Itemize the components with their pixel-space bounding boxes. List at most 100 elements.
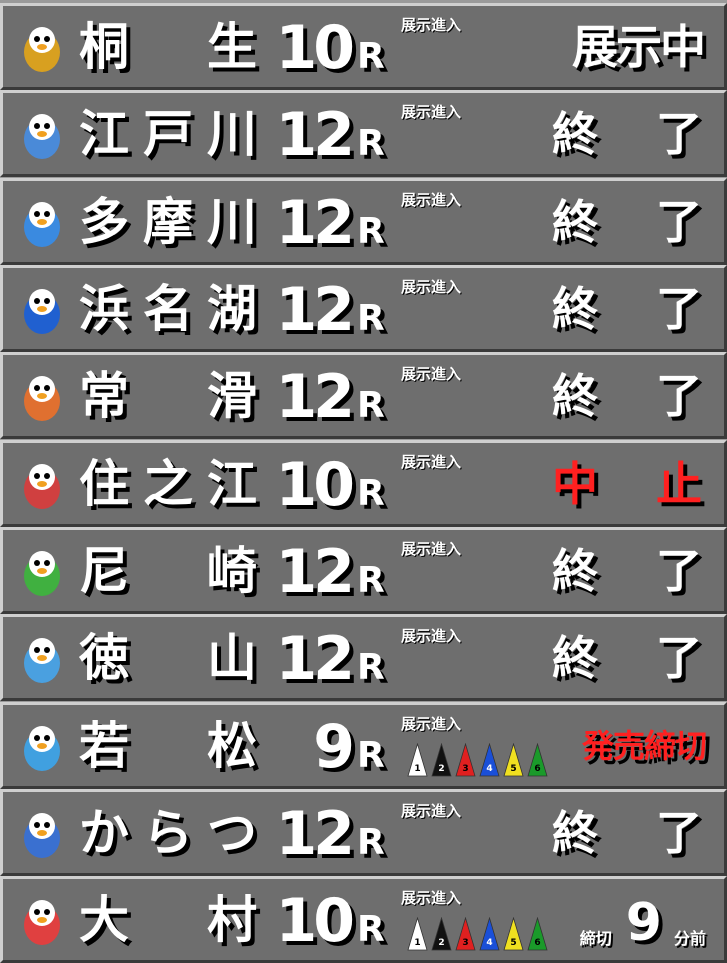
boat-cone-number: 6 <box>534 938 540 948</box>
race-suffix: R <box>357 473 385 514</box>
race-number-value: 10 <box>275 13 356 83</box>
venue-name: 尼崎 <box>79 532 257 610</box>
race-number-value: 12 <box>275 188 356 258</box>
race-suffix: R <box>357 822 385 863</box>
boat-cone-number: 2 <box>438 764 444 774</box>
race-status-text: 止 <box>656 457 702 511</box>
race-status-text: 了 <box>656 369 702 423</box>
race-status: 終了 <box>552 183 702 261</box>
race-number-value: 12 <box>275 624 356 694</box>
race-status: 終了 <box>552 95 702 173</box>
race-number: 12 R <box>273 270 385 348</box>
venue-row[interactable]: 常滑 12 R 展示進入終了 <box>0 352 727 439</box>
kiryu-mascot-icon <box>13 20 71 78</box>
exhibition-entry-label: 展示進入 <box>401 365 462 383</box>
race-number: 12 R <box>273 619 385 697</box>
venue-name-char: 大 <box>79 891 129 949</box>
race-status: 展示中 <box>572 8 706 86</box>
race-status-text: 展示中 <box>572 20 706 74</box>
venue-name: 大村 <box>79 881 257 959</box>
venue-row[interactable]: からつ 12 R 展示進入終了 <box>0 789 727 876</box>
venue-name: 桐生 <box>79 8 257 86</box>
venue-row[interactable]: 住之江 10 R 展示進入中止 <box>0 440 727 527</box>
venue-name: 徳山 <box>79 619 257 697</box>
boat-cone-number: 6 <box>534 764 540 774</box>
race-suffix: R <box>357 647 385 688</box>
exhibition-entry-label: 展示進入 <box>401 715 462 733</box>
race-status-text: 発売締切 <box>581 727 707 765</box>
venue-name-char: 生 <box>207 18 257 76</box>
venue-name-char: 徳 <box>79 629 129 687</box>
venue-name: 多摩川 <box>79 183 257 261</box>
boat-cone-icon: 3 <box>455 917 476 951</box>
boat-course-cones: 1 2 3 4 5 6 <box>407 917 548 951</box>
race-number: 10 R <box>273 8 385 86</box>
venue-row[interactable]: 多摩川 12 R 展示進入 終了 <box>0 178 727 265</box>
boat-cone-icon: 5 <box>503 917 524 951</box>
race-number: 12 R <box>273 532 385 610</box>
venue-row[interactable]: 桐生 10 R 展示進入 展示中 <box>0 3 727 90</box>
race-status: 終了 <box>552 619 702 697</box>
race-suffix: R <box>357 298 385 339</box>
venue-row[interactable]: 徳山 12 R 展示進入終了 <box>0 614 727 701</box>
venue-name-char: つ <box>207 804 257 862</box>
race-suffix: R <box>357 560 385 601</box>
race-status-text: 終 <box>552 369 598 423</box>
race-number-value: 9 <box>313 712 355 782</box>
boat-cone-number: 1 <box>414 938 420 948</box>
venue-name-char: 江 <box>79 105 129 163</box>
boat-cone-icon: 3 <box>455 743 476 777</box>
exhibition-entry-label: 展示進入 <box>401 278 462 296</box>
countdown-label: 締切 <box>579 929 612 948</box>
race-suffix: R <box>357 123 385 164</box>
venue-name: 浜名湖 <box>79 270 257 348</box>
race-status-text: 終 <box>552 107 598 161</box>
race-number-value: 10 <box>275 450 356 520</box>
race-status-text: 了 <box>656 544 702 598</box>
boat-cone-icon: 4 <box>479 743 500 777</box>
tamagawa-mascot-icon <box>13 195 71 253</box>
suminoe-mascot-icon <box>13 457 71 515</box>
venue-name-char: 川 <box>207 193 257 251</box>
race-status-text: 終 <box>552 282 598 336</box>
race-number: 12 R <box>273 183 385 261</box>
race-status-text: 了 <box>656 806 702 860</box>
race-status-text: 終 <box>552 806 598 860</box>
exhibition-entry-label: 展示進入 <box>401 540 462 558</box>
venue-name: からつ <box>79 794 257 872</box>
race-suffix: R <box>357 385 385 426</box>
race-number-value: 12 <box>275 362 356 432</box>
amagasaki-mascot-icon <box>13 544 71 602</box>
venue-name-char: 名 <box>143 280 193 338</box>
venue-row[interactable]: 大村 10 R 展示進入 1 2 3 4 5 6 締切 9 分前 <box>0 876 727 963</box>
countdown-unit: 分前 <box>673 929 706 948</box>
venue-row[interactable]: 江戸川 12 R 展示進入終了 <box>0 90 727 177</box>
countdown-minutes: 9 <box>625 893 662 953</box>
venue-name-char: ら <box>143 804 193 862</box>
race-status: 発売締切 <box>581 707 707 785</box>
race-status: 終了 <box>552 794 702 872</box>
race-number: 12 R <box>273 794 385 872</box>
race-status-text: 終 <box>552 631 598 685</box>
race-status: 中止 <box>552 445 702 523</box>
venue-name-char: 崎 <box>207 542 257 600</box>
boat-cone-number: 3 <box>462 938 468 948</box>
venue-row[interactable]: 尼崎 12 R 展示進入終了 <box>0 527 727 614</box>
venue-name-char: 常 <box>79 367 129 425</box>
venue-name-char: 山 <box>207 629 257 687</box>
boat-cone-icon: 1 <box>407 743 428 777</box>
race-status: 終了 <box>552 357 702 435</box>
boat-cone-icon: 6 <box>527 917 548 951</box>
venue-row[interactable]: 若松 9 R 展示進入 1 2 3 4 5 6 発売締切 <box>0 702 727 789</box>
boat-cone-number: 2 <box>438 938 444 948</box>
deadline-countdown: 締切 9 分前 <box>580 881 706 959</box>
omura-mascot-icon <box>13 893 71 951</box>
race-number-value: 12 <box>275 799 356 869</box>
race-status-text: 了 <box>656 195 702 249</box>
venue-row[interactable]: 浜名湖 12 R 展示進入終了 <box>0 265 727 352</box>
race-number: 12 R <box>273 95 385 173</box>
race-status-text: 了 <box>656 631 702 685</box>
exhibition-entry-label: 展示進入 <box>401 191 462 209</box>
exhibition-entry-label: 展示進入 <box>401 802 462 820</box>
venue-name-char: 住 <box>79 455 129 513</box>
